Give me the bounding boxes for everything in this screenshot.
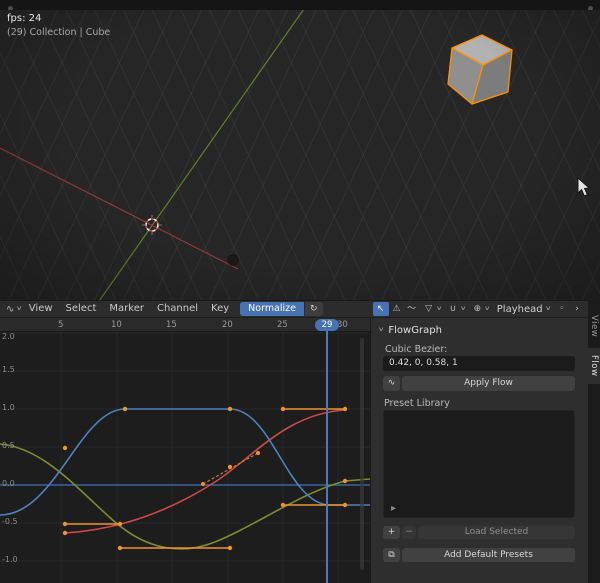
current-frame-badge[interactable]: 29 — [315, 319, 339, 331]
filter-dropdown[interactable]: ▽ ∨ — [420, 302, 443, 316]
frame-tick: 5 — [58, 320, 64, 330]
ghost-curves-icon[interactable]: 〜 — [405, 302, 419, 316]
value-tick: 1.5 — [2, 365, 15, 374]
curve-icon: ∿ — [387, 378, 396, 388]
apply-flow-button[interactable]: Apply Flow — [402, 376, 575, 391]
graph-editor-header: ∿ ∨ View Select Marker Channel Key Norma… — [0, 300, 588, 318]
page-icon-button[interactable]: ⧉ — [383, 548, 400, 562]
viewport-scene — [0, 10, 591, 300]
tab-flow[interactable]: Flow — [588, 348, 600, 384]
page-icon: ⧉ — [388, 550, 395, 560]
value-tick: -0.5 — [2, 517, 18, 526]
frame-tick: 15 — [166, 320, 177, 330]
snapping-dropdown[interactable]: ∪ ∨ — [444, 302, 467, 316]
preset-list[interactable]: ▶ — [383, 410, 575, 518]
top-window-strip — [0, 0, 600, 10]
chevron-down-icon: ∨ — [16, 305, 23, 312]
refresh-icon[interactable]: ↻ — [305, 302, 323, 316]
grid-horizontal — [0, 332, 370, 562]
menu-view[interactable]: View — [23, 301, 59, 317]
value-tick: 0.0 — [2, 479, 15, 488]
chevron-right-icon[interactable]: › — [570, 302, 584, 316]
collapse-chevron-icon: ∨ — [377, 326, 385, 333]
overlay-dropdown[interactable]: ⊕ ∨ — [468, 302, 491, 316]
menu-select[interactable]: Select — [60, 301, 103, 317]
chevron-down-icon: ∨ — [484, 305, 491, 312]
flowgraph-panel: ∨ FlowGraph Cubic Bezier: 0.42, 0, 0.58,… — [370, 318, 588, 583]
viewport-breadcrumb: (29) Collection | Cube — [7, 27, 111, 38]
tweak-tool-icon[interactable]: ↖ — [372, 302, 389, 316]
chevron-down-icon: ∨ — [459, 305, 467, 312]
cube-object[interactable] — [447, 34, 513, 105]
value-tick: 0.5 — [2, 441, 15, 450]
filter-icon: ▽ — [425, 304, 432, 314]
warning-icon[interactable]: ⚠ — [390, 302, 404, 316]
x-axis-line — [0, 147, 239, 270]
playhead-dropdown[interactable]: Playhead ∨ — [493, 302, 554, 316]
panel-title: FlowGraph — [388, 324, 442, 336]
frame-tick: 10 — [111, 320, 122, 330]
frame-tick: 25 — [277, 320, 288, 330]
value-tick: 1.0 — [2, 403, 15, 412]
playhead-label: Playhead — [496, 303, 543, 315]
graph-scrollbar[interactable] — [360, 338, 364, 570]
play-icon[interactable]: ▶ — [391, 504, 396, 512]
curve-icon-button[interactable]: ∿ — [383, 376, 400, 391]
add-default-presets-button[interactable]: Add Default Presets — [402, 548, 575, 562]
preset-library-label: Preset Library — [384, 398, 450, 409]
mouse-cursor — [577, 176, 591, 197]
value-tick: -1.0 — [2, 555, 18, 564]
normalize-toggle[interactable]: Normalize — [240, 302, 305, 316]
chevron-down-icon: ∨ — [435, 305, 443, 312]
fcurve-plot — [0, 332, 370, 583]
y-axis-line — [99, 10, 304, 300]
viewport-3d[interactable]: fps: 24 (29) Collection | Cube — [0, 10, 600, 300]
fcurve-olive[interactable] — [0, 443, 370, 550]
load-selected-button[interactable]: Load Selected — [418, 526, 575, 539]
tab-view[interactable]: View — [588, 308, 600, 344]
menu-marker[interactable]: Marker — [103, 301, 150, 317]
editor-type-icon[interactable]: ∿ — [4, 304, 16, 315]
cubic-bezier-label: Cubic Bezier: — [385, 344, 448, 355]
options-dot-icon[interactable]: ◦ — [555, 302, 569, 316]
chevron-down-icon: ∨ — [544, 305, 552, 312]
grid-vertical — [60, 332, 339, 583]
fps-indicator: fps: 24 — [7, 13, 42, 24]
blender-window: fps: 24 (29) Collection | Cube ∿ ∨ View … — [0, 0, 600, 583]
add-preset-button[interactable]: + — [383, 526, 400, 539]
frame-tick: 20 — [222, 320, 233, 330]
keyframe-points[interactable] — [62, 406, 348, 551]
sidebar-tab-strip: View Flow — [588, 300, 600, 583]
graph-area[interactable]: 2.0 1.5 1.0 0.5 0.0 -0.5 -1.0 — [0, 332, 370, 583]
value-tick: 2.0 — [2, 332, 15, 341]
bezier-value-field[interactable]: 0.42, 0, 0.58, 1 — [383, 356, 575, 371]
panel-header[interactable]: ∨ FlowGraph — [377, 323, 442, 337]
menu-channel[interactable]: Channel — [151, 301, 204, 317]
remove-preset-button[interactable]: − — [402, 526, 416, 539]
object-origin-marker — [227, 254, 239, 266]
snap-icon: ∪ — [449, 304, 457, 314]
playhead-line[interactable] — [326, 331, 328, 583]
menu-key[interactable]: Key — [205, 301, 235, 317]
overlay-icon: ⊕ — [473, 304, 482, 314]
timeline-ruler[interactable]: 5 10 15 20 25 30 29 — [0, 318, 370, 332]
